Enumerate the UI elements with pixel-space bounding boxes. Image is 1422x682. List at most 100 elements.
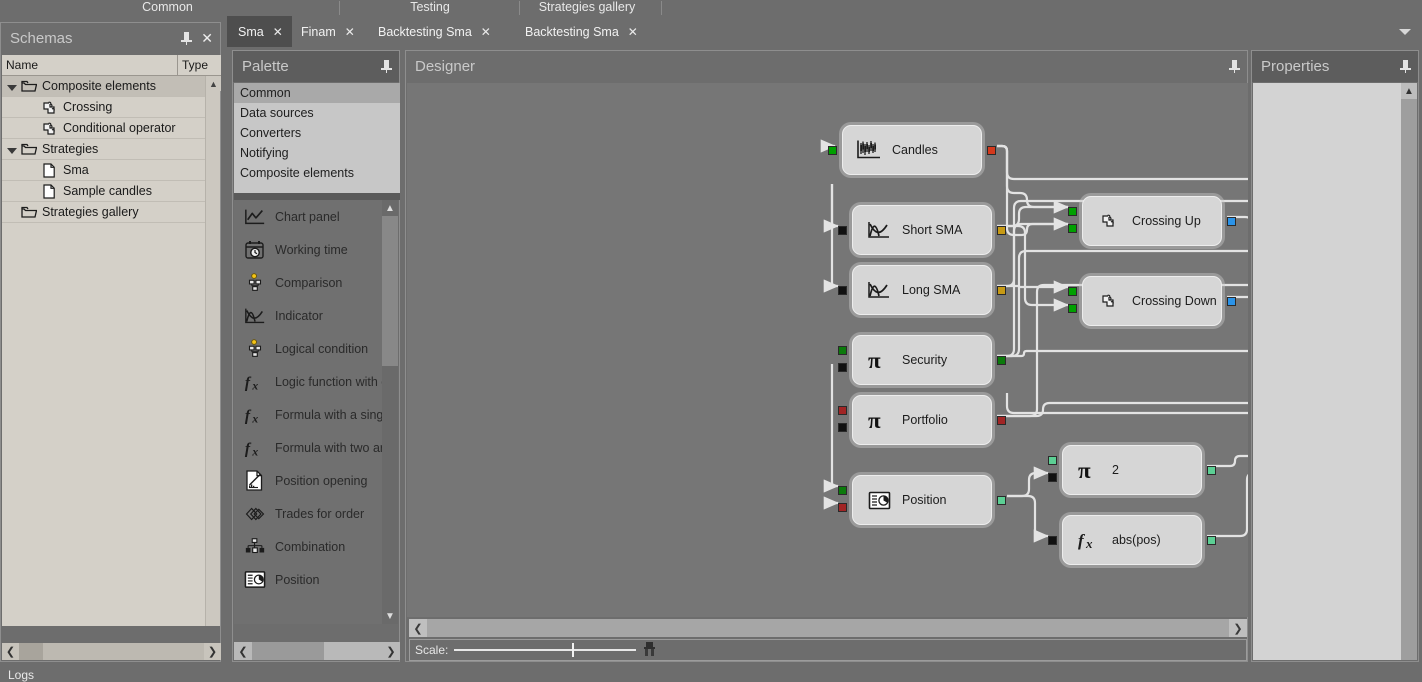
scroll-right-arrow-icon[interactable]: ❯ — [1229, 619, 1247, 637]
ribbon-tab-testing[interactable]: Testing — [345, 0, 515, 16]
output-port-candles-0[interactable] — [987, 146, 996, 155]
tree-row-strategies-gallery[interactable]: Strategies gallery — [2, 202, 207, 223]
tab-close-icon[interactable]: ✕ — [628, 26, 638, 38]
document-tab-1[interactable]: Finam ✕ — [290, 16, 364, 47]
scroll-right-arrow-icon[interactable]: ❯ — [382, 642, 400, 660]
palette-item-combination[interactable]: Combination — [234, 530, 384, 563]
palette-item-indicator[interactable]: Indicator — [234, 299, 384, 332]
document-tab-0[interactable]: Sma ✕ — [227, 16, 292, 47]
ribbon-tab-strategies-gallery[interactable]: Strategies gallery — [517, 0, 657, 16]
pin-icon[interactable] — [381, 60, 392, 73]
expander-icon[interactable] — [7, 85, 17, 91]
node-long-sma[interactable]: Long SMA — [852, 265, 992, 315]
node-security[interactable]: π Security — [852, 335, 992, 385]
scale-slider[interactable] — [454, 642, 637, 658]
expander-icon[interactable] — [7, 148, 17, 154]
tree-row-conditional-operator[interactable]: Conditional operator — [2, 118, 207, 139]
palette-item-formula-with-two-arg[interactable]: f x Formula with two arg — [234, 431, 384, 464]
pin-icon[interactable] — [181, 32, 193, 45]
designer-canvas[interactable]: Candles Short SMA Long SMA π Security π Portfo… — [407, 83, 1248, 617]
ribbon-tab-common[interactable]: Common — [0, 0, 335, 16]
input-port-short-sma-0[interactable] — [838, 226, 847, 235]
palette-item-working-time[interactable]: Working time — [234, 233, 384, 266]
hscroll-thumb[interactable] — [19, 643, 43, 660]
tree-row-sma[interactable]: Sma — [2, 160, 207, 181]
hscroll-thumb[interactable] — [252, 642, 324, 660]
vscroll-thumb[interactable] — [382, 216, 398, 366]
tree-row-composite-elements[interactable]: Composite elements — [2, 76, 207, 97]
input-port-security-1[interactable] — [838, 363, 847, 372]
scroll-left-arrow-icon[interactable]: ❮ — [2, 643, 19, 660]
node-portfolio[interactable]: π Portfolio — [852, 395, 992, 445]
scroll-right-arrow-icon[interactable]: ❯ — [204, 643, 221, 660]
palette-horizontal-scrollbar[interactable]: ❮ ❯ — [234, 642, 400, 660]
designer-horizontal-scrollbar[interactable]: ❮ ❯ — [409, 619, 1247, 637]
input-port-crossing-up-0[interactable] — [1068, 207, 1077, 216]
input-port-security-0[interactable] — [838, 346, 847, 355]
node-short-sma[interactable]: Short SMA — [852, 205, 992, 255]
column-header-name[interactable]: Name — [2, 55, 178, 75]
output-port-security-0[interactable] — [997, 356, 1006, 365]
scroll-down-arrow-icon[interactable]: ▼ — [382, 608, 398, 624]
fit-to-window-icon[interactable] — [642, 641, 657, 660]
hscroll-track[interactable] — [43, 643, 204, 660]
node-abs-pos[interactable]: f x abs(pos) — [1062, 515, 1202, 565]
scroll-left-arrow-icon[interactable]: ❮ — [234, 642, 252, 660]
scroll-up-arrow-icon[interactable]: ▲ — [206, 76, 221, 91]
output-port-short-sma-0[interactable] — [997, 226, 1006, 235]
palette-category-data-sources[interactable]: Data sources — [234, 103, 400, 123]
palette-item-position-opening[interactable]: Position opening — [234, 464, 384, 497]
output-port-position-0[interactable] — [997, 496, 1006, 505]
scroll-up-arrow-icon[interactable]: ▲ — [1401, 83, 1417, 99]
tree-row-sample-candles[interactable]: Sample candles — [2, 181, 207, 202]
palette-item-position[interactable]: Position — [234, 563, 384, 596]
palette-category-common[interactable]: Common — [234, 83, 400, 103]
palette-item-comparison[interactable]: Comparison — [234, 266, 384, 299]
input-port-long-sma-0[interactable] — [838, 286, 847, 295]
logs-label[interactable]: Logs — [8, 668, 34, 682]
palette-category-composite-elements[interactable]: Composite elements — [234, 163, 400, 183]
input-port-two-1[interactable] — [1048, 473, 1057, 482]
output-port-portfolio-0[interactable] — [997, 416, 1006, 425]
palette-splitter[interactable] — [234, 193, 400, 200]
document-tab-3[interactable]: Backtesting Sma ✕ — [514, 16, 647, 47]
palette-item-logical-condition[interactable]: Logical condition — [234, 332, 384, 365]
schemas-vertical-scrollbar[interactable]: ▲ — [205, 76, 221, 626]
tab-close-icon[interactable]: ✕ — [481, 26, 491, 38]
palette-item-formula-with-a-singl[interactable]: f x Formula with a singl — [234, 398, 384, 431]
document-tab-2[interactable]: Backtesting Sma ✕ — [367, 16, 500, 47]
node-crossing-down[interactable]: Crossing Down — [1082, 276, 1222, 326]
input-port-position-0[interactable] — [838, 486, 847, 495]
tab-close-icon[interactable]: ✕ — [273, 26, 283, 38]
output-port-crossing-up-0[interactable] — [1227, 217, 1236, 226]
hscroll-track[interactable] — [324, 642, 382, 660]
node-crossing-up[interactable]: Crossing Up — [1082, 196, 1222, 246]
pin-icon[interactable] — [1229, 60, 1240, 73]
properties-grid[interactable] — [1253, 83, 1403, 660]
close-icon[interactable]: ✕ — [201, 31, 213, 45]
palette-item-trades-for-order[interactable]: Trades for order — [234, 497, 384, 530]
input-port-abs-pos-0[interactable] — [1048, 536, 1057, 545]
input-port-portfolio-1[interactable] — [838, 423, 847, 432]
node-candles[interactable]: Candles — [842, 125, 982, 175]
node-two[interactable]: π2 — [1062, 445, 1202, 495]
pin-icon[interactable] — [1400, 60, 1411, 73]
input-port-candles-0[interactable] — [828, 146, 837, 155]
properties-vertical-scrollbar[interactable]: ▲ — [1401, 83, 1417, 660]
input-port-crossing-up-1[interactable] — [1068, 224, 1077, 233]
tab-close-icon[interactable]: ✕ — [345, 26, 355, 38]
input-port-portfolio-0[interactable] — [838, 406, 847, 415]
input-port-two-0[interactable] — [1048, 456, 1057, 465]
schemas-horizontal-scrollbar[interactable]: ❮ ❯ — [2, 643, 221, 660]
tree-row-crossing[interactable]: Crossing — [2, 97, 207, 118]
hscroll-track[interactable] — [427, 619, 1229, 637]
palette-item-chart-panel[interactable]: Chart panel — [234, 200, 384, 233]
tree-row-strategies[interactable]: Strategies — [2, 139, 207, 160]
output-port-crossing-down-0[interactable] — [1227, 297, 1236, 306]
input-port-crossing-down-1[interactable] — [1068, 304, 1077, 313]
output-port-long-sma-0[interactable] — [997, 286, 1006, 295]
scroll-left-arrow-icon[interactable]: ❮ — [409, 619, 427, 637]
palette-vertical-scrollbar[interactable]: ▲ ▼ — [382, 200, 398, 624]
output-port-two-0[interactable] — [1207, 466, 1216, 475]
input-port-position-1[interactable] — [838, 503, 847, 512]
